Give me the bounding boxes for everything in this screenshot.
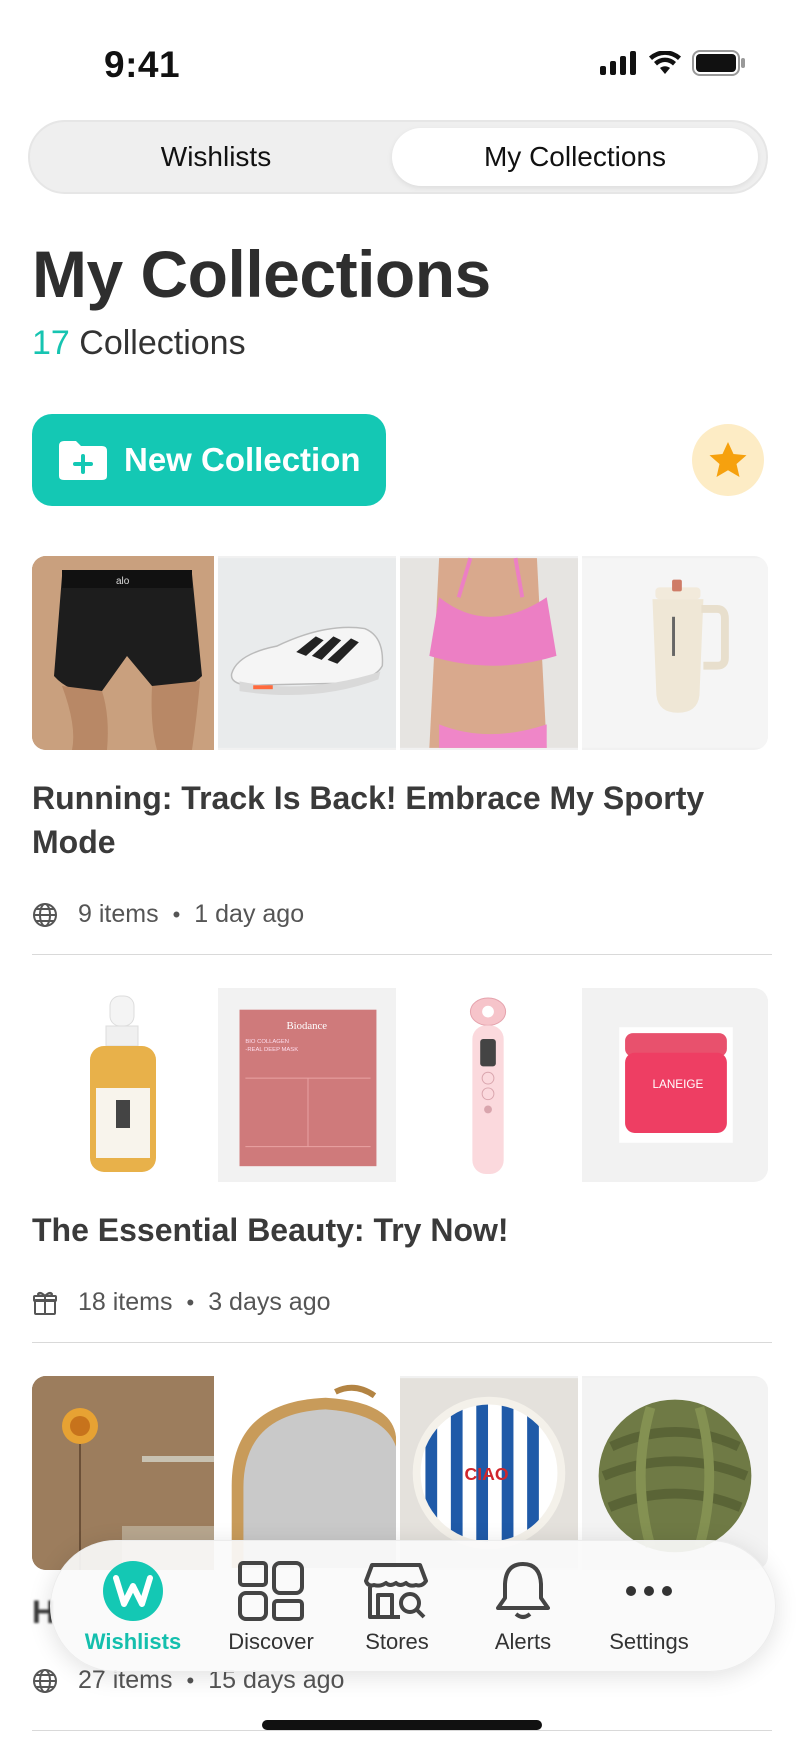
cellular-signal-icon (600, 51, 636, 75)
status-bar: 9:41 (0, 0, 804, 120)
wishlists-logo-icon (102, 1559, 164, 1623)
collection-thumbnails: Biodance BIO COLLAGEN -REAL DEEP MASK LA… (32, 988, 768, 1182)
meta-separator: • (186, 1289, 195, 1315)
collection-item-count: 18 items (78, 1288, 173, 1316)
jar-brand-text: LANEIGE (652, 1078, 703, 1091)
gift-icon (32, 1290, 58, 1316)
collection-meta: 18 items • 3 days ago (32, 1288, 331, 1317)
divider (32, 1730, 772, 1731)
new-collection-label: New Collection (124, 441, 361, 478)
shorts-brand-text: alo (116, 576, 130, 587)
globe-icon (32, 1668, 58, 1694)
collections-count-label: Collections (79, 324, 246, 362)
tab-bar-alerts[interactable]: Alerts (453, 1541, 593, 1673)
mask-brand-text: Biodance (286, 1020, 327, 1032)
collection-card[interactable]: Biodance BIO COLLAGEN -REAL DEEP MASK LA… (32, 988, 772, 1316)
meta-separator: • (172, 901, 181, 927)
collections-count-number: 17 (32, 324, 70, 362)
tab-bar-stores-label: Stores (365, 1629, 429, 1654)
tab-bar-wishlists-label: Wishlists (84, 1629, 182, 1654)
collections-segmented-control: Wishlists My Collections (28, 120, 768, 194)
divider (32, 1342, 772, 1343)
thumbnail-black-shorts: alo (32, 556, 214, 750)
globe-icon (32, 902, 58, 928)
thumbnail-white-running-shoe (214, 556, 396, 750)
collection-title: Running: Track Is Back! Embrace My Sport… (32, 780, 705, 860)
tab-bar-stores[interactable]: Stores (327, 1541, 467, 1673)
collection-card[interactable]: alo Running: Track Is Back! Embrace My S… (32, 556, 772, 928)
new-collection-button[interactable]: New Collection (32, 414, 386, 506)
collections-count: 17 Collections (32, 324, 246, 363)
thumbnail-sheet-mask: Biodance BIO COLLAGEN -REAL DEEP MASK (214, 988, 396, 1182)
more-dots-icon (625, 1559, 673, 1623)
mask-line1-text: BIO COLLAGEN (245, 1039, 289, 1045)
tab-wishlists[interactable]: Wishlists (38, 128, 394, 186)
favorites-button[interactable] (692, 424, 764, 496)
tab-bar-alerts-label: Alerts (494, 1629, 552, 1654)
tab-bar-wishlists[interactable]: Wishlists (63, 1541, 221, 1673)
home-indicator (262, 1720, 542, 1730)
tab-bar-settings[interactable]: Settings (579, 1541, 719, 1673)
star-icon (709, 442, 747, 477)
status-icons (600, 50, 746, 76)
thumbnail-pink-sports-bra (396, 556, 578, 750)
status-time: 9:41 (104, 44, 181, 85)
collection-updated: 3 days ago (208, 1288, 331, 1316)
page-title: My Collections (32, 237, 491, 311)
thumbnail-lip-mask-jar: LANEIGE (578, 988, 768, 1182)
tab-bar-discover-label: Discover (228, 1629, 314, 1654)
collection-item-count: 9 items (78, 900, 159, 928)
plate-text: CIAO (465, 1464, 509, 1484)
thumbnail-serum-bottle (32, 988, 214, 1182)
tab-my-collections[interactable]: My Collections (392, 128, 758, 186)
collection-updated: 1 day ago (194, 900, 305, 928)
tab-bar-settings-label: Settings (609, 1629, 689, 1654)
tab-bar-discover[interactable]: Discover (201, 1541, 341, 1673)
collection-title: The Essential Beauty: Try Now! (32, 1212, 509, 1248)
store-icon (364, 1559, 430, 1623)
mask-line2-text: -REAL DEEP MASK (245, 1047, 298, 1053)
bell-icon (496, 1559, 550, 1623)
wifi-icon (649, 51, 681, 74)
thumbnail-facial-device (396, 988, 578, 1182)
discover-grid-icon (238, 1559, 304, 1623)
folder-plus-icon (56, 438, 110, 482)
bottom-tab-bar: Wishlists Discover Stores Alerts Setting… (50, 1540, 776, 1672)
battery-icon (692, 50, 745, 76)
thumbnail-cream-tumbler (578, 556, 768, 750)
collection-meta: 9 items • 1 day ago (32, 900, 304, 929)
divider (32, 954, 772, 955)
collection-thumbnails: alo (32, 556, 768, 750)
